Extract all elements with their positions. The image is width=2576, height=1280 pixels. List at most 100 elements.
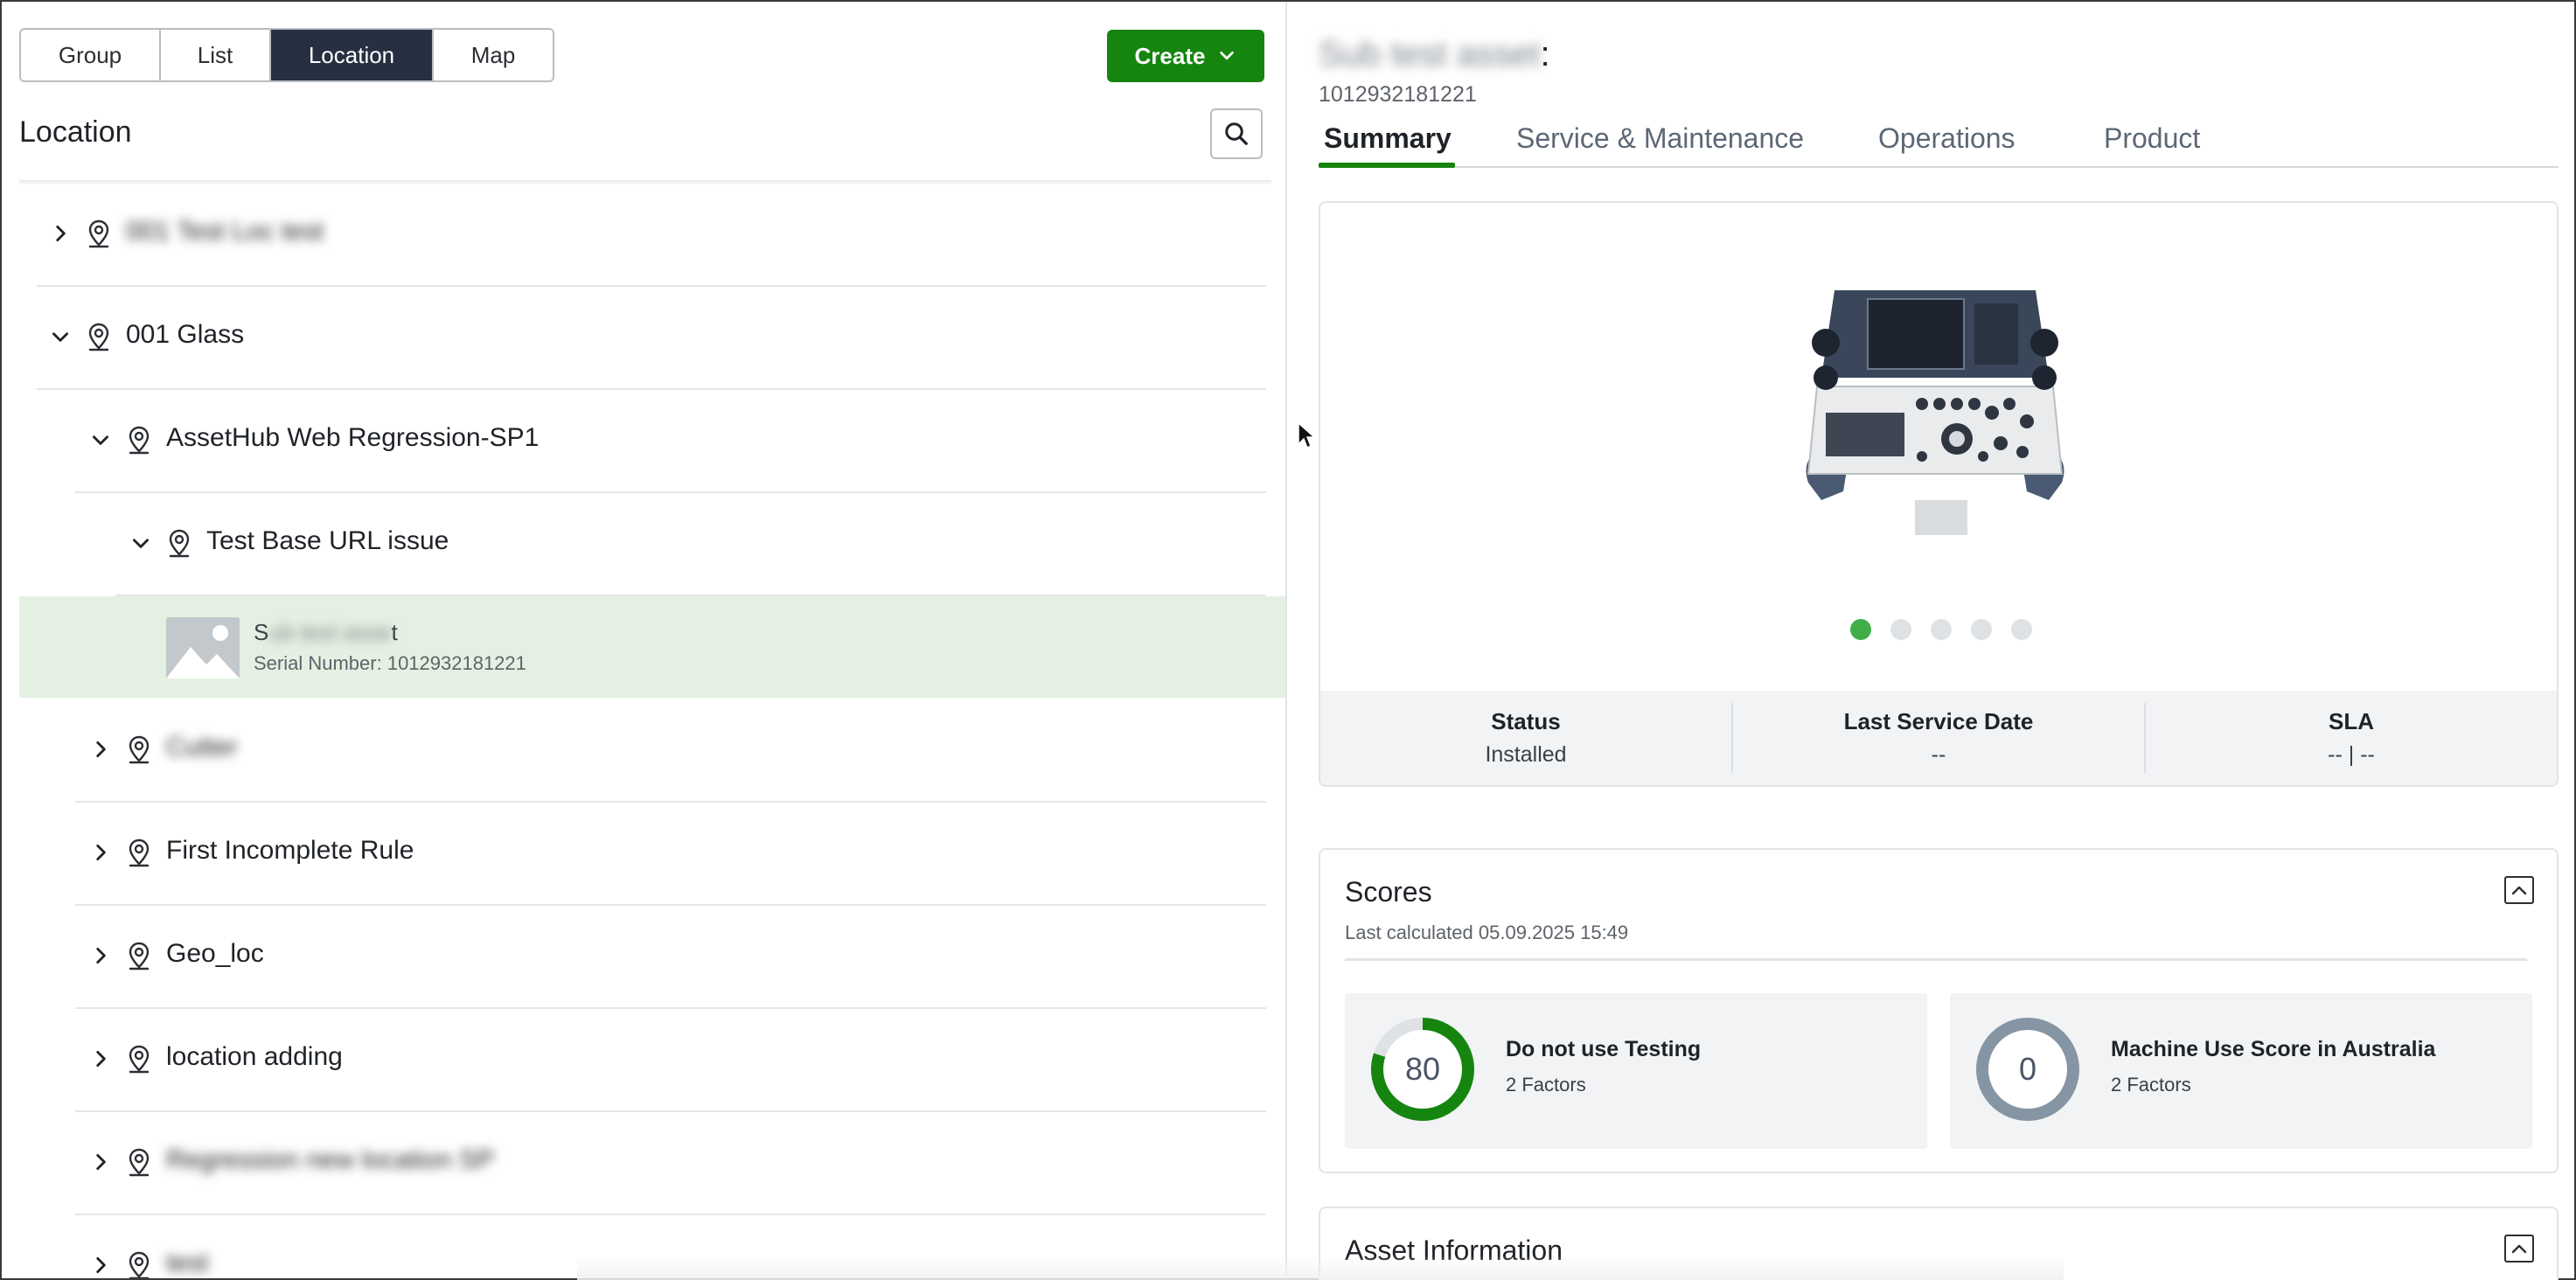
tree-row-label: Test Base URL issue <box>206 526 449 555</box>
score-ring: 80 <box>1371 1018 1474 1121</box>
mouse-cursor-icon <box>1298 421 1316 449</box>
location-tree-panel: Group List Location Map Create Location … <box>2 2 1285 1278</box>
tree-location-row[interactable]: Test Base URL issue <box>2 493 1285 596</box>
tree-row-label: Cutter <box>166 733 238 762</box>
view-option-location[interactable]: Location <box>271 30 434 80</box>
stat-value: -- <box>1931 742 1946 767</box>
collapse-scores-button[interactable] <box>2504 876 2534 904</box>
score-value: 0 <box>2019 1051 2036 1087</box>
asset-title-suffix: : <box>1540 35 1550 73</box>
score-name: Machine Use Score in Australia <box>2111 1037 2436 1061</box>
asset-summary-card: Status Installed Last Service Date -- SL… <box>1319 201 2559 787</box>
search-button[interactable] <box>1210 108 1263 159</box>
location-pin-icon <box>129 1251 150 1278</box>
carousel-dot[interactable] <box>2011 619 2032 640</box>
score-item[interactable]: 0 Machine Use Score in Australia 2 Factors <box>1950 993 2532 1149</box>
view-switcher: Group List Location Map <box>19 28 554 82</box>
chevron-right-icon[interactable] <box>89 738 112 761</box>
tab-operations[interactable]: Operations <box>1878 122 2016 155</box>
chevron-down-icon[interactable] <box>89 428 112 451</box>
location-pin-icon <box>88 219 109 248</box>
tab-service-maintenance[interactable]: Service & Maintenance <box>1516 122 1804 155</box>
tree-row-label: AssetHub Web Regression-SP1 <box>166 423 540 452</box>
chevron-right-icon[interactable] <box>89 944 112 967</box>
tree-row-label: test <box>166 1249 209 1277</box>
asset-name-start: S <box>254 619 269 645</box>
tree-location-row[interactable]: Cutter <box>2 699 1285 803</box>
location-pin-icon <box>129 838 150 867</box>
view-option-group[interactable]: Group <box>21 30 161 80</box>
location-pin-icon <box>129 735 150 764</box>
chevron-down-icon <box>1220 51 1235 60</box>
asset-title: Sub test asset: <box>1319 35 1550 74</box>
score-factors: 2 Factors <box>1506 1074 1586 1096</box>
score-name: Do not use Testing <box>1506 1037 1702 1061</box>
panel-title: Location <box>19 115 132 149</box>
view-option-map[interactable]: Map <box>434 30 553 80</box>
chevron-right-icon[interactable] <box>89 1254 112 1277</box>
tree-location-row[interactable]: Geo_loc <box>2 906 1285 1009</box>
stat-label: SLA <box>2329 708 2374 734</box>
carousel-dot[interactable] <box>1850 619 1871 640</box>
stat-label: Status <box>1491 708 1561 734</box>
summary-stats: Status Installed Last Service Date -- SL… <box>1320 691 2557 785</box>
asset-name: Sub test asset <box>254 619 398 646</box>
scores-divider <box>1345 958 2527 961</box>
chevron-down-icon[interactable] <box>129 532 152 554</box>
stat-last-service-date: Last Service Date -- <box>1733 703 2146 773</box>
image-placeholder-icon <box>166 617 240 678</box>
asset-name-hidden: ub test asse <box>268 619 392 645</box>
chevron-right-icon[interactable] <box>89 1151 112 1173</box>
tree-row-label: First Incomplete Rule <box>166 836 414 865</box>
search-icon <box>1225 122 1248 145</box>
collapse-asset-information-button[interactable] <box>2504 1235 2534 1263</box>
tree-row-label: 001 Glass <box>126 320 245 349</box>
stat-value: Installed <box>1485 742 1567 767</box>
asset-name-end: t <box>391 619 398 645</box>
carousel-dot[interactable] <box>1890 619 1911 640</box>
chevron-right-icon[interactable] <box>89 841 112 864</box>
score-value: 80 <box>1405 1051 1440 1087</box>
scroll-fade <box>577 1256 2064 1280</box>
score-factors: 2 Factors <box>2111 1074 2191 1096</box>
location-pin-icon <box>129 426 150 455</box>
tree-location-row[interactable]: First Incomplete Rule <box>2 803 1285 906</box>
chevron-down-icon[interactable] <box>49 325 72 348</box>
scores-title: Scores <box>1345 876 1432 908</box>
location-pin-icon <box>129 1045 150 1074</box>
tree-row-label: 001 Test Loc test <box>126 217 324 246</box>
ultrasound-device-image <box>1806 290 2064 535</box>
tree-location-row[interactable]: 001 Test Loc test <box>2 184 1285 287</box>
create-button[interactable]: Create <box>1107 30 1264 82</box>
score-ring: 0 <box>1976 1018 2079 1121</box>
chevron-up-icon <box>2511 886 2527 895</box>
tree-row-label: location adding <box>166 1042 343 1071</box>
location-pin-icon <box>129 1148 150 1177</box>
tab-product[interactable]: Product <box>2104 122 2200 155</box>
stat-status: Status Installed <box>1320 703 1733 773</box>
chevron-right-icon[interactable] <box>49 222 72 245</box>
tree-location-row[interactable]: AssetHub Web Regression-SP1 <box>2 390 1285 493</box>
tree-asset-row-selected[interactable]: Sub test asset Serial Number: 1012932181… <box>19 596 1285 698</box>
tree-location-row[interactable]: location adding <box>2 1009 1285 1112</box>
tree-row-label: Geo_loc <box>166 939 264 968</box>
view-option-list[interactable]: List <box>161 30 271 80</box>
score-item[interactable]: 80 Do not use Testing 2 Factors <box>1345 993 1927 1149</box>
tab-summary[interactable]: Summary <box>1324 122 1452 155</box>
asset-serial: Serial Number: 1012932181221 <box>254 652 526 674</box>
carousel-dot[interactable] <box>1971 619 1992 640</box>
chevron-right-icon[interactable] <box>89 1047 112 1070</box>
active-tab-indicator <box>1319 163 1455 168</box>
scores-card: Scores Last calculated 05.09.2025 15:49 … <box>1319 848 2559 1173</box>
tree-row-label: Regression new location SP <box>166 1145 495 1174</box>
asset-title-hidden: Sub test asset <box>1319 35 1541 73</box>
asset-tabs: Summary Service & Maintenance Operations… <box>1319 114 2559 168</box>
tree-location-row[interactable]: Regression new location SP <box>2 1112 1285 1215</box>
tree-location-row[interactable]: 001 Glass <box>2 287 1285 390</box>
location-pin-icon <box>129 942 150 970</box>
pane-divider[interactable] <box>1285 2 1287 1278</box>
create-button-label: Create <box>1134 42 1206 69</box>
carousel-dot[interactable] <box>1931 619 1952 640</box>
asset-id: 1012932181221 <box>1319 82 1477 107</box>
stat-label: Last Service Date <box>1843 708 2034 734</box>
